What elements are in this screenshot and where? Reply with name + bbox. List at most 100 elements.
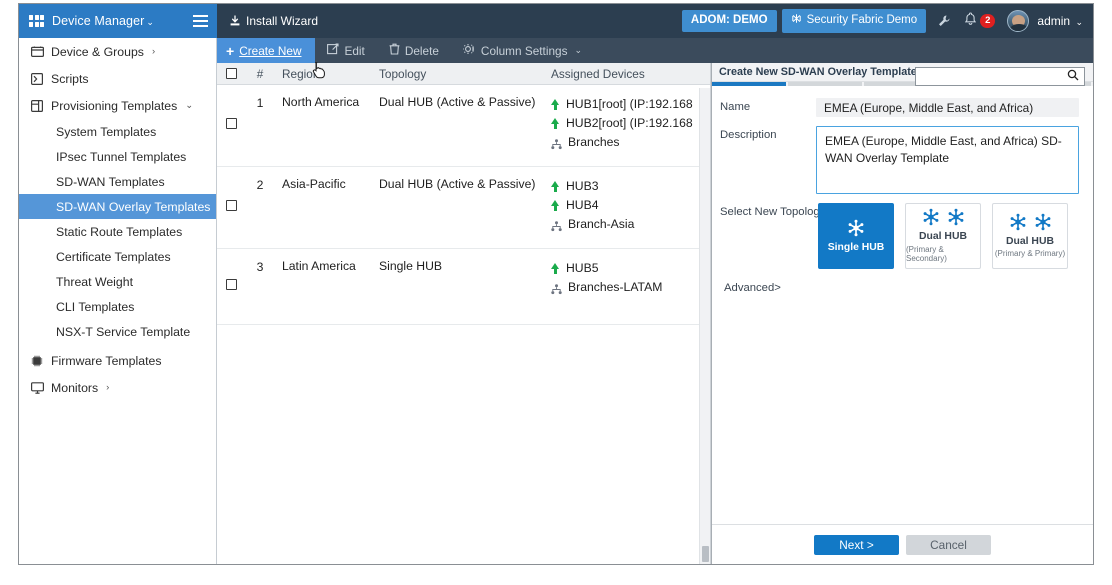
chevron-down-icon: ⌄ bbox=[1075, 17, 1083, 27]
next-button[interactable]: Next > bbox=[814, 534, 899, 555]
topology-card[interactable]: Single HUB bbox=[818, 203, 894, 269]
app-brand-area[interactable]: Device Manager ⌄ bbox=[19, 4, 217, 38]
sidebar-item-label: SD-WAN Templates bbox=[56, 174, 165, 189]
topology-card[interactable]: Dual HUB (Primary & Primary) bbox=[992, 203, 1068, 269]
assigned-device-entry: HUB3 bbox=[551, 177, 706, 196]
table-row[interactable]: 3 Latin America Single HUB HUB5 Branches-LAT… bbox=[217, 249, 710, 325]
column-header-number[interactable]: # bbox=[245, 67, 275, 81]
topology-card-name: Single HUB bbox=[827, 241, 885, 253]
edit-icon bbox=[327, 43, 340, 58]
notifications-area[interactable]: 2 bbox=[964, 11, 996, 31]
sidebar-item-nsxt-service-template[interactable]: NSX-T Service Template bbox=[19, 319, 216, 344]
app-frame: Device Manager ⌄ Install Wizard ADOM: DEM… bbox=[18, 3, 1094, 565]
wizard-form: Name EMEA (Europe, Middle East, and Afri… bbox=[712, 86, 1093, 524]
description-field-row: Description EMEA (Europe, Middle East, a… bbox=[720, 126, 1079, 194]
provisioning-icon bbox=[30, 99, 44, 112]
row-number: 1 bbox=[256, 96, 264, 110]
sidebar-item-static-route-templates[interactable]: Static Route Templates bbox=[19, 219, 216, 244]
search-input[interactable] bbox=[922, 70, 1067, 83]
create-new-button[interactable]: + Create New bbox=[217, 38, 316, 63]
plus-icon: + bbox=[226, 42, 235, 59]
sidebar-item-sdwan-overlay-templates[interactable]: SD-WAN Overlay Templates bbox=[19, 194, 216, 219]
row-checkbox[interactable] bbox=[217, 200, 245, 211]
row-checkbox[interactable] bbox=[217, 118, 245, 129]
edit-label: Edit bbox=[344, 43, 365, 58]
search-icon[interactable] bbox=[1067, 68, 1079, 86]
app-title[interactable]: Device Manager ⌄ bbox=[52, 14, 185, 28]
security-fabric-pill[interactable]: Security Fabric Demo bbox=[781, 9, 927, 33]
wrench-icon[interactable] bbox=[937, 14, 951, 28]
table-scrollbar[interactable] bbox=[699, 88, 710, 564]
sidebar-item-label: Monitors bbox=[51, 380, 99, 395]
avatar[interactable] bbox=[1007, 10, 1030, 32]
device-group-icon bbox=[551, 282, 562, 295]
install-wizard-button[interactable]: Install Wizard bbox=[229, 14, 318, 28]
sidebar-item-sdwan-templates[interactable]: SD-WAN Templates bbox=[19, 169, 216, 194]
select-all-checkbox[interactable] bbox=[217, 68, 245, 79]
sidebar-item-system-templates[interactable]: System Templates bbox=[19, 119, 216, 144]
top-header-bar: Device Manager ⌄ Install Wizard ADOM: DEM… bbox=[19, 4, 1093, 38]
edit-button[interactable]: Edit bbox=[315, 38, 376, 63]
scrollbar-thumb[interactable] bbox=[702, 546, 709, 562]
topology-field-row: Select New Topology Single HUB Dual HUB (P… bbox=[720, 203, 1079, 269]
topology-card[interactable]: Dual HUB (Primary & Secondary) bbox=[905, 203, 981, 269]
topology-card-name: Dual HUB bbox=[919, 231, 967, 243]
sidebar-item-label: Scripts bbox=[51, 71, 89, 86]
sidebar-item-label: Threat Weight bbox=[56, 274, 134, 289]
row-region: Latin America bbox=[282, 259, 356, 273]
row-region: North America bbox=[282, 95, 360, 109]
table-row[interactable]: 1 North America Dual HUB (Active & Passive… bbox=[217, 85, 710, 167]
name-field-row: Name EMEA (Europe, Middle East, and Afri… bbox=[720, 98, 1079, 117]
sidebar-item-ipsec-tunnel-templates[interactable]: IPsec Tunnel Templates bbox=[19, 144, 216, 169]
sidebar-item-certificate-templates[interactable]: Certificate Templates bbox=[19, 244, 216, 269]
column-settings-button[interactable]: Column Settings ⌄ bbox=[451, 38, 594, 63]
sidebar-navigation: Device & Groups › Scripts Provisioning T… bbox=[19, 38, 217, 564]
row-checkbox[interactable] bbox=[217, 279, 245, 290]
device-groups-icon bbox=[30, 46, 44, 58]
assigned-device-label: HUB4 bbox=[566, 198, 599, 212]
grid-icon bbox=[29, 15, 44, 27]
scripts-icon bbox=[30, 72, 44, 85]
sidebar-item-provisioning-templates[interactable]: Provisioning Templates ⌄ bbox=[19, 92, 216, 119]
row-topology: Dual HUB (Active & Passive) bbox=[379, 177, 536, 191]
column-header-region[interactable]: Region bbox=[275, 67, 375, 81]
assigned-device-label: Branches bbox=[568, 135, 620, 149]
search-box[interactable] bbox=[915, 67, 1085, 86]
application-window: Device Manager ⌄ Install Wizard ADOM: DEM… bbox=[0, 0, 1112, 585]
sidebar-item-label: CLI Templates bbox=[56, 299, 135, 314]
sidebar-item-device-groups[interactable]: Device & Groups › bbox=[19, 38, 216, 65]
sidebar-item-scripts[interactable]: Scripts bbox=[19, 65, 216, 92]
name-input[interactable]: EMEA (Europe, Middle East, and Africa) bbox=[816, 98, 1079, 117]
checkbox-box bbox=[225, 279, 237, 290]
hub-arrow-icon bbox=[551, 181, 560, 192]
sidebar-item-firmware-templates[interactable]: Firmware Templates bbox=[19, 347, 216, 374]
description-label: Description bbox=[720, 129, 777, 141]
topology-card-subtitle: (Primary & Secondary) bbox=[906, 244, 947, 263]
column-header-assigned-devices[interactable]: Assigned Devices bbox=[543, 67, 710, 81]
sidebar-item-label: Static Route Templates bbox=[56, 224, 183, 239]
table-row[interactable]: 2 Asia-Pacific Dual HUB (Active & Passive)… bbox=[217, 167, 710, 249]
delete-button[interactable]: Delete bbox=[377, 38, 451, 63]
username-menu[interactable]: admin ⌄ bbox=[1037, 14, 1083, 28]
assigned-device-label: HUB2[root] (IP:192.168 bbox=[566, 116, 693, 130]
hamburger-icon[interactable] bbox=[193, 15, 208, 27]
device-group-icon bbox=[551, 137, 562, 150]
sidebar-item-label: IPsec Tunnel Templates bbox=[56, 149, 187, 164]
sidebar-item-threat-weight[interactable]: Threat Weight bbox=[19, 269, 216, 294]
hub-arrow-icon bbox=[551, 200, 560, 211]
sidebar-item-monitors[interactable]: Monitors › bbox=[19, 374, 216, 401]
advanced-toggle[interactable]: Advanced> bbox=[720, 282, 1079, 294]
table-body: 1 North America Dual HUB (Active & Passive… bbox=[217, 85, 710, 325]
description-textarea[interactable]: EMEA (Europe, Middle East, and Africa) S… bbox=[816, 126, 1079, 194]
chevron-down-icon: ⌄ bbox=[146, 17, 155, 27]
chevron-down-icon: ⌄ bbox=[574, 45, 583, 55]
assigned-device-entry: HUB5 bbox=[551, 259, 706, 278]
topology-hub-icon bbox=[1008, 211, 1053, 233]
adom-pill[interactable]: ADOM: DEMO bbox=[681, 10, 777, 32]
sidebar-item-cli-templates[interactable]: CLI Templates bbox=[19, 294, 216, 319]
assigned-device-entry: Branches-LATAM bbox=[551, 278, 706, 297]
cancel-button[interactable]: Cancel bbox=[906, 534, 991, 555]
regions-table: # Region Topology Assigned Devices 1 Nort… bbox=[217, 63, 711, 564]
column-header-topology[interactable]: Topology bbox=[375, 67, 543, 81]
assigned-device-entry: Branch-Asia bbox=[551, 215, 706, 234]
